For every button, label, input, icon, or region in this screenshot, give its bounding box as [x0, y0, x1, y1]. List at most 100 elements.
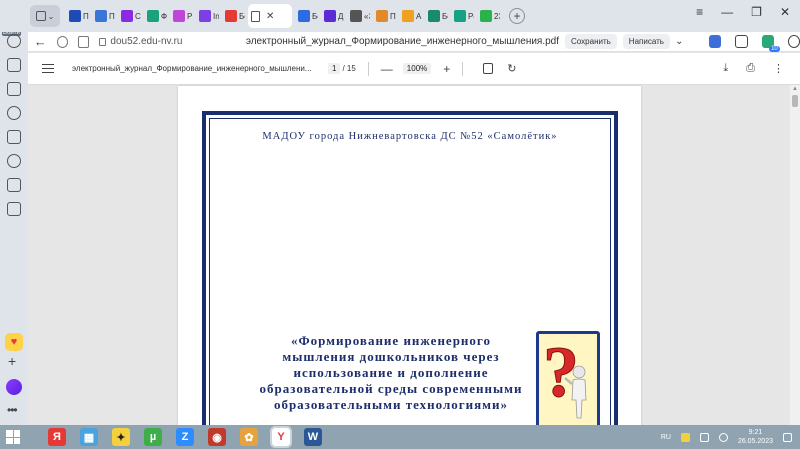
- mail-icon[interactable]: [7, 202, 21, 216]
- browser-tab[interactable]: Бе: [425, 4, 448, 28]
- browser-tab[interactable]: Ф: [144, 4, 167, 28]
- browser-tab[interactable]: С: [118, 4, 141, 28]
- eye-app-icon[interactable]: ◉: [208, 428, 226, 446]
- yandex-icon[interactable]: Y: [270, 426, 292, 448]
- pdf-viewer[interactable]: МАДОУ города Нижневартовска ДС №52 «Само…: [28, 85, 800, 425]
- browser-tab[interactable]: П: [66, 4, 89, 28]
- chevron-down-icon[interactable]: ⌄: [675, 36, 683, 47]
- windows-start-icon[interactable]: [6, 430, 20, 444]
- tab-favicon-icon: [324, 10, 336, 22]
- address-bar: ← dou52.edu-nv.ru электронный_журнал_Фор…: [28, 32, 800, 52]
- language-indicator[interactable]: RU: [661, 434, 671, 441]
- title-line: образовательной среды современными: [259, 381, 523, 396]
- music-icon[interactable]: [7, 154, 21, 168]
- paint-app-icon[interactable]: ✿: [240, 428, 258, 446]
- title-line: мышления дошкольников через: [282, 349, 500, 364]
- tab-favicon-icon: [480, 10, 492, 22]
- more-options-icon[interactable]: ⋮: [773, 62, 784, 75]
- page-border-frame: МАДОУ города Нижневартовска ДС №52 «Само…: [202, 111, 618, 425]
- clock-time: 9:21: [748, 429, 763, 436]
- extensions-icon[interactable]: [735, 35, 748, 48]
- more-dots-icon[interactable]: •••: [7, 403, 18, 417]
- alice-assistant-icon[interactable]: [6, 379, 22, 395]
- volume-icon[interactable]: [718, 432, 728, 442]
- page-number-input[interactable]: 1: [328, 63, 341, 74]
- history-icon[interactable]: [7, 34, 21, 48]
- tab-favicon-icon: [428, 10, 440, 22]
- downloads-icon[interactable]: [787, 35, 800, 48]
- calendar-icon[interactable]: [7, 130, 21, 144]
- browser-menu-icon[interactable]: ≡: [696, 5, 703, 19]
- zoom-out-button[interactable]: —: [381, 62, 393, 76]
- zoom-in-button[interactable]: +: [443, 62, 450, 76]
- print-icon[interactable]: ⎙: [746, 62, 755, 75]
- system-clock[interactable]: 9:21 26.05.2023: [738, 428, 773, 446]
- browser-tab[interactable]: Рс: [451, 4, 474, 28]
- tab-title: In: [213, 11, 219, 21]
- zoom-icon[interactable]: Z: [176, 428, 194, 446]
- url-field[interactable]: dou52.edu-nv.ru: [99, 36, 201, 47]
- zoom-level[interactable]: 100%: [402, 63, 432, 74]
- minimize-button[interactable]: —: [721, 5, 733, 19]
- scroll-up-icon[interactable]: ▲: [792, 86, 798, 92]
- tab-favicon-icon: [121, 10, 133, 22]
- toolbar-divider: [462, 61, 464, 76]
- add-panel-icon[interactable]: +: [8, 353, 16, 369]
- browser-tab[interactable]: Бе: [295, 4, 318, 28]
- yandex-market-icon[interactable]: ✦: [112, 428, 130, 446]
- maximize-button[interactable]: ❐: [751, 5, 762, 19]
- save-button[interactable]: Сохранить: [565, 34, 617, 49]
- tab-title: РЕ: [187, 11, 193, 21]
- tab-title: П: [109, 11, 115, 21]
- active-tab[interactable]: ✕: [248, 4, 292, 28]
- tab-close-icon[interactable]: ✕: [266, 11, 274, 22]
- browser-tab[interactable]: П: [373, 4, 396, 28]
- close-window-button[interactable]: ✕: [780, 5, 790, 19]
- vk-extension-icon[interactable]: [709, 35, 722, 48]
- word-icon[interactable]: W: [304, 428, 322, 446]
- notes-icon[interactable]: [7, 82, 21, 96]
- scrollbar-thumb[interactable]: [792, 95, 798, 107]
- new-tab-button[interactable]: +: [509, 8, 525, 24]
- messenger-icon[interactable]: [7, 178, 21, 192]
- network-icon[interactable]: [699, 432, 709, 442]
- utorrent-icon[interactable]: µ: [144, 428, 162, 446]
- question-mark-figure-icon: ?: [536, 331, 600, 425]
- download-icon[interactable]: ⤓: [723, 62, 728, 75]
- extension-2-icon[interactable]: 10: [761, 35, 780, 52]
- browser-tab[interactable]: А: [399, 4, 422, 28]
- yandex-browser-icon[interactable]: Я: [48, 428, 66, 446]
- tray-app-icon[interactable]: [680, 432, 690, 442]
- page-title: электронный_журнал_Формирование_инженерн…: [245, 36, 560, 47]
- vertical-scrollbar[interactable]: ▲: [790, 85, 800, 425]
- organization-name: МАДОУ города Нижневартовска ДС №52 «Само…: [262, 131, 558, 142]
- write-button[interactable]: Написать: [622, 34, 670, 49]
- back-button[interactable]: ←: [32, 34, 49, 49]
- bookmark-icon[interactable]: [78, 35, 90, 48]
- page-total: / 15: [342, 64, 356, 73]
- tab-favicon-icon: [454, 10, 466, 22]
- browser-tab[interactable]: Д: [321, 4, 344, 28]
- browser-tab[interactable]: 23: [477, 4, 500, 28]
- tab-title: 23: [494, 11, 500, 21]
- rotate-icon[interactable]: ↻: [507, 62, 516, 75]
- video-icon[interactable]: [7, 106, 21, 120]
- title-line: образовательными технологиями»: [273, 397, 509, 412]
- browser-tab[interactable]: «Э: [347, 4, 370, 28]
- tab-title: Ф: [161, 11, 167, 21]
- tab-title: П: [83, 11, 89, 21]
- fit-page-icon[interactable]: [483, 63, 494, 74]
- collections-icon[interactable]: [7, 58, 21, 72]
- tab-favicon-icon: [173, 10, 185, 22]
- notifications-icon[interactable]: [783, 432, 792, 442]
- browser-tab[interactable]: In: [196, 4, 219, 28]
- favorites-heart-icon[interactable]: ♥: [5, 333, 23, 351]
- pdf-menu-icon[interactable]: [42, 64, 54, 73]
- site-protection-icon[interactable]: [56, 35, 69, 48]
- photos-icon[interactable]: ▦: [80, 428, 98, 446]
- browser-tab[interactable]: РЕ: [170, 4, 193, 28]
- browser-tab[interactable]: П: [92, 4, 115, 28]
- browser-tab[interactable]: Бе: [222, 4, 245, 28]
- tab-favicon-icon: [350, 10, 362, 22]
- tab-group-button[interactable]: ⌄: [30, 5, 60, 27]
